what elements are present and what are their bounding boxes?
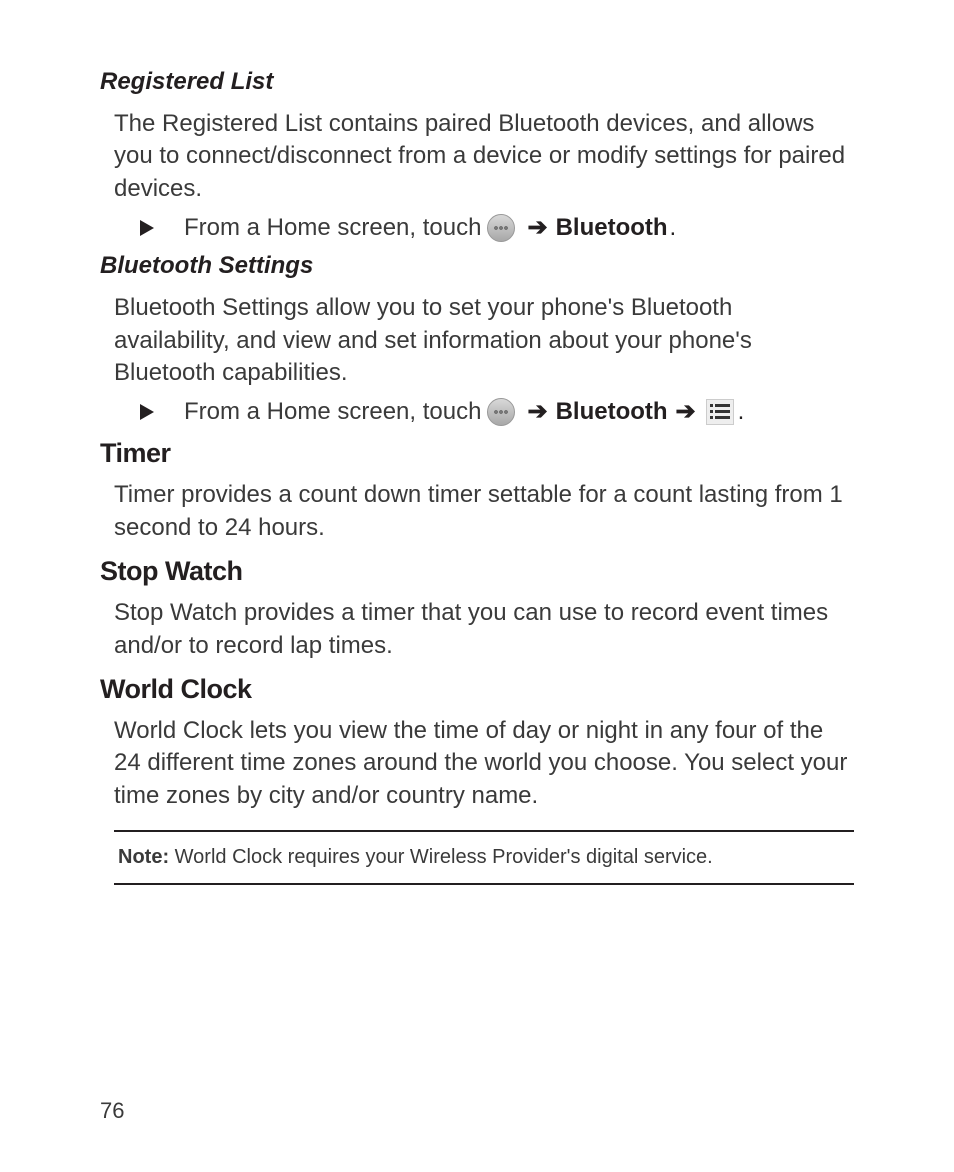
text-world-clock: World Clock lets you view the time of da… — [114, 715, 854, 812]
note-text: World Clock requires your Wireless Provi… — [169, 846, 713, 868]
period: . — [670, 214, 677, 242]
heading-registered-list: Registered List — [100, 68, 854, 96]
heading-world-clock: World Clock — [100, 674, 854, 705]
triangle-bullet-icon — [140, 220, 154, 236]
arrow-icon: ➔ — [527, 397, 547, 426]
text-stop-watch: Stop Watch provides a timer that you can… — [114, 597, 854, 662]
text-registered-list: The Registered List contains paired Blue… — [114, 108, 854, 205]
arrow-icon: ➔ — [527, 213, 547, 242]
text-bluetooth-settings: Bluetooth Settings allow you to set your… — [114, 292, 854, 389]
step-registered-list: From a Home screen, touch ➔ Bluetooth . — [140, 213, 854, 242]
arrow-icon: ➔ — [676, 397, 696, 426]
step-bluetooth-settings: From a Home screen, touch ➔ Bluetooth ➔ … — [140, 397, 854, 426]
page-number: 76 — [100, 1098, 124, 1124]
triangle-bullet-icon — [140, 404, 154, 420]
heading-timer: Timer — [100, 438, 854, 469]
apps-icon — [487, 398, 515, 426]
heading-bluetooth-settings: Bluetooth Settings — [100, 252, 854, 280]
apps-icon — [487, 214, 515, 242]
step-bold-target: Bluetooth — [556, 214, 668, 242]
heading-stop-watch: Stop Watch — [100, 556, 854, 587]
note-label: Note: — [118, 846, 169, 868]
period: . — [738, 398, 745, 426]
step-text: From a Home screen, touch — [184, 214, 481, 242]
text-timer: Timer provides a count down timer settab… — [114, 479, 854, 544]
step-bold-target: Bluetooth — [556, 398, 668, 426]
step-text: From a Home screen, touch — [184, 398, 481, 426]
list-menu-icon — [706, 399, 734, 425]
note-box: Note: World Clock requires your Wireless… — [114, 830, 854, 885]
